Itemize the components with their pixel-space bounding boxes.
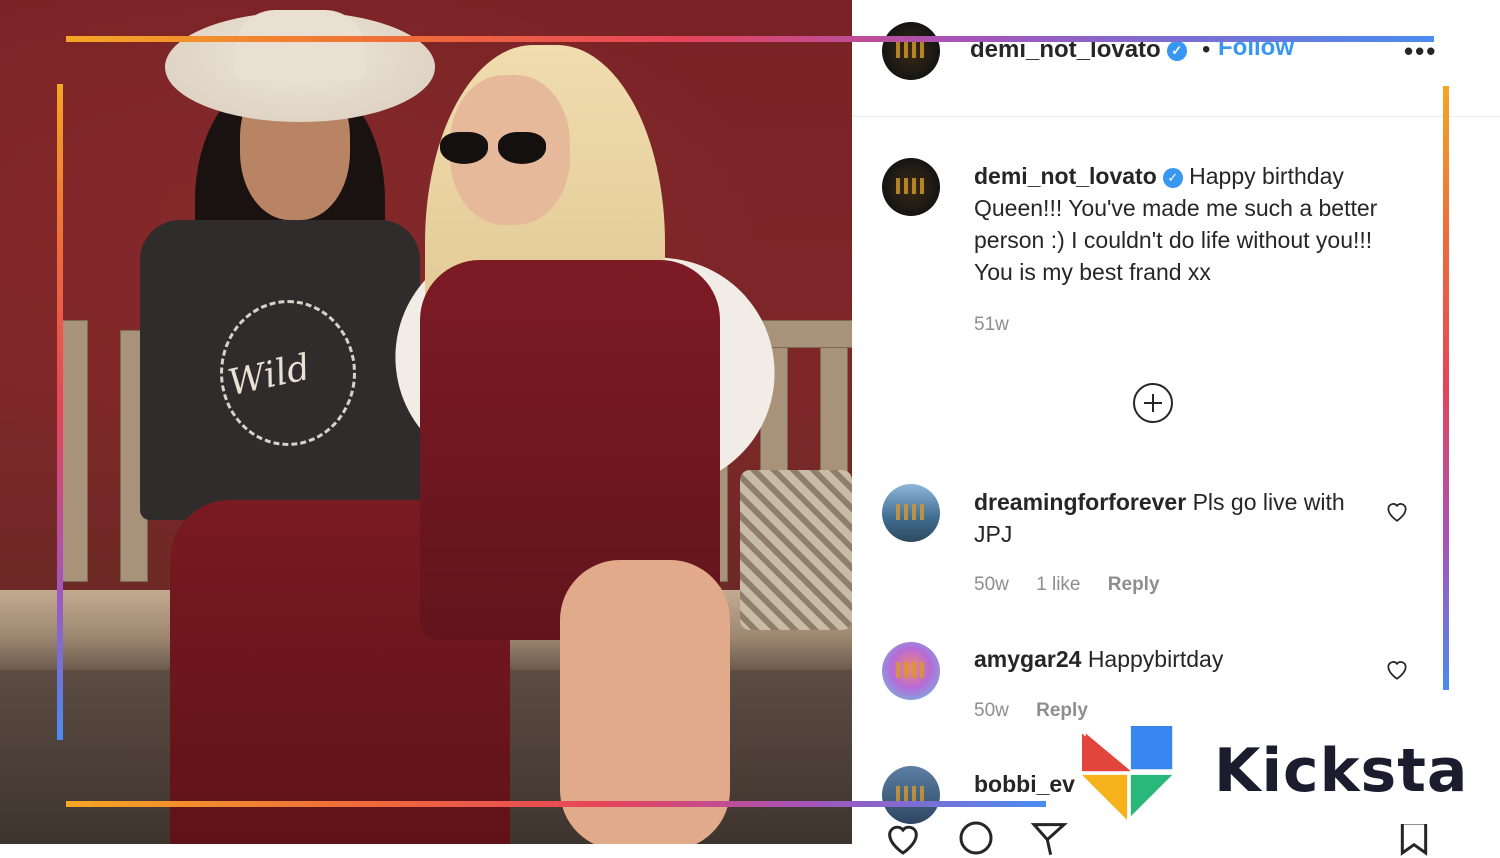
heart-icon[interactable] (1384, 656, 1410, 682)
comment-username[interactable]: amygar24 (974, 646, 1081, 672)
avatar[interactable] (882, 22, 940, 80)
comment-username[interactable]: dreamingforforever (974, 489, 1186, 515)
snakeskin-bag (740, 470, 852, 630)
share-icon[interactable] (1026, 818, 1072, 858)
reply-button[interactable]: Reply (1036, 700, 1088, 721)
post-photo: Wild (0, 0, 852, 844)
comment-username[interactable]: bobbi_ev (974, 771, 1075, 797)
comment: dreamingforforever Pls go live with JPJ (974, 486, 1374, 550)
comment-meta: 50w 1 like Reply (974, 574, 1182, 596)
save-icon[interactable] (1394, 818, 1434, 858)
comment-avatar[interactable] (882, 642, 940, 700)
comment-meta: 50w Reply (974, 700, 1110, 722)
frame-bottom (66, 801, 1046, 807)
add-comment-icon[interactable] (1133, 383, 1173, 423)
frame-left (57, 84, 63, 740)
comment-avatar[interactable] (882, 484, 940, 542)
caption-username[interactable]: demi_not_lovato (974, 163, 1157, 189)
sunglasses (440, 132, 550, 166)
comment-age: 50w (974, 574, 1009, 595)
verified-icon: ✓ (1166, 40, 1187, 61)
heart-icon[interactable] (1384, 498, 1410, 524)
brand-name: Kicksta (1214, 736, 1469, 806)
kicksta-logo-icon (1082, 726, 1173, 820)
comment: amygar24 Happybirtday (974, 643, 1374, 675)
caption-avatar[interactable] (882, 158, 940, 216)
frame-right (1443, 86, 1449, 690)
reply-button[interactable]: Reply (1108, 574, 1160, 595)
brand-watermark: Kicksta (1080, 724, 1467, 824)
frame-top (66, 36, 1434, 42)
post-header: demi_not_lovato ✓ • Follow ••• (852, 0, 1500, 117)
comment-likes[interactable]: 1 like (1036, 574, 1080, 595)
comment-age: 50w (974, 700, 1009, 721)
comment-icon[interactable] (954, 818, 998, 858)
post-sidebar: demi_not_lovato ✓ • Follow ••• demi_not_l… (852, 0, 1500, 856)
heart-icon[interactable] (880, 818, 926, 858)
verified-icon: ✓ (1162, 167, 1183, 188)
caption: demi_not_lovato ✓ Happy birthday Queen!!!… (974, 160, 1404, 288)
caption-age: 51w (974, 314, 1009, 335)
hat-crown (235, 10, 365, 80)
comment-text: Happybirtday (1087, 646, 1224, 672)
